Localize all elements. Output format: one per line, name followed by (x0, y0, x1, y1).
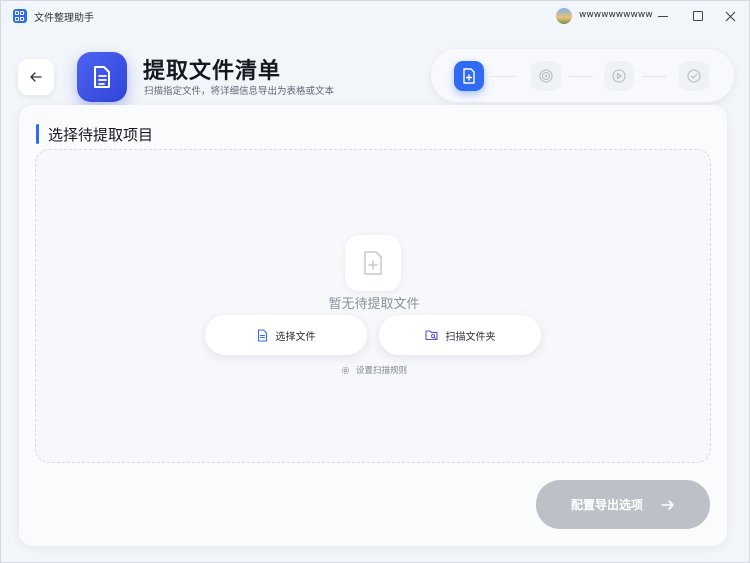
user-name[interactable]: wwwwwwwwww (579, 10, 653, 20)
main-card: 选择待提取项目 暂无待提取文件 选择文件 扫描文件夹 设置扫描规则 配置导出选项 (19, 105, 727, 546)
step-1-select-files[interactable] (454, 61, 484, 91)
step-connector (491, 76, 515, 77)
minimize-button[interactable] (646, 5, 680, 27)
step-3-run[interactable] (604, 61, 634, 91)
step-4-done[interactable] (679, 61, 709, 91)
gear-icon (341, 366, 350, 374)
scan-rules-link[interactable]: 设置扫描规则 (36, 364, 712, 376)
title-bar: 文件整理助手 wwwwwwwwww (1, 1, 750, 31)
app-logo-icon (13, 9, 27, 23)
scan-folder-button[interactable]: 扫描文件夹 (379, 315, 541, 355)
close-icon (725, 11, 735, 21)
section-title: 选择待提取项目 (48, 126, 154, 144)
empty-state-text: 暂无待提取文件 (328, 297, 420, 312)
folder-search-icon (424, 330, 438, 341)
select-file-button[interactable]: 选择文件 (205, 315, 367, 355)
app-title: 文件整理助手 (34, 13, 94, 24)
file-icon (257, 328, 267, 342)
document-icon (77, 52, 127, 102)
back-button[interactable] (18, 59, 54, 95)
section-accent-bar (36, 124, 39, 144)
step-connector (569, 76, 593, 77)
configure-export-label: 配置导出选项 (570, 498, 643, 512)
minimize-icon (658, 15, 668, 17)
scan-folder-label: 扫描文件夹 (445, 331, 496, 343)
scan-rules-label: 设置扫描规则 (355, 366, 407, 376)
arrow-right-icon (661, 499, 674, 510)
step-connector (642, 76, 666, 77)
maximize-button[interactable] (681, 5, 715, 27)
arrow-left-icon (30, 72, 42, 82)
file-add-icon (463, 68, 475, 84)
app-window: 文件整理助手 wwwwwwwwww 提取文件清单 扫描指定文件，将详细信息导出为… (0, 0, 750, 563)
step-2-scan[interactable] (531, 61, 561, 91)
configure-export-button[interactable]: 配置导出选项 (536, 480, 710, 529)
close-button[interactable] (713, 5, 747, 27)
select-file-label: 选择文件 (275, 331, 316, 343)
target-icon (539, 69, 553, 83)
check-icon (687, 69, 701, 83)
page-subtitle: 扫描指定文件，将详细信息导出为表格或文本 (144, 86, 335, 97)
empty-file-icon (345, 235, 401, 291)
file-drop-zone[interactable]: 暂无待提取文件 选择文件 扫描文件夹 设置扫描规则 (35, 149, 711, 463)
maximize-icon (693, 11, 703, 21)
progress-stepper (431, 49, 734, 102)
user-avatar[interactable] (556, 8, 572, 24)
page-title: 提取文件清单 (143, 59, 282, 84)
play-icon (612, 69, 626, 83)
